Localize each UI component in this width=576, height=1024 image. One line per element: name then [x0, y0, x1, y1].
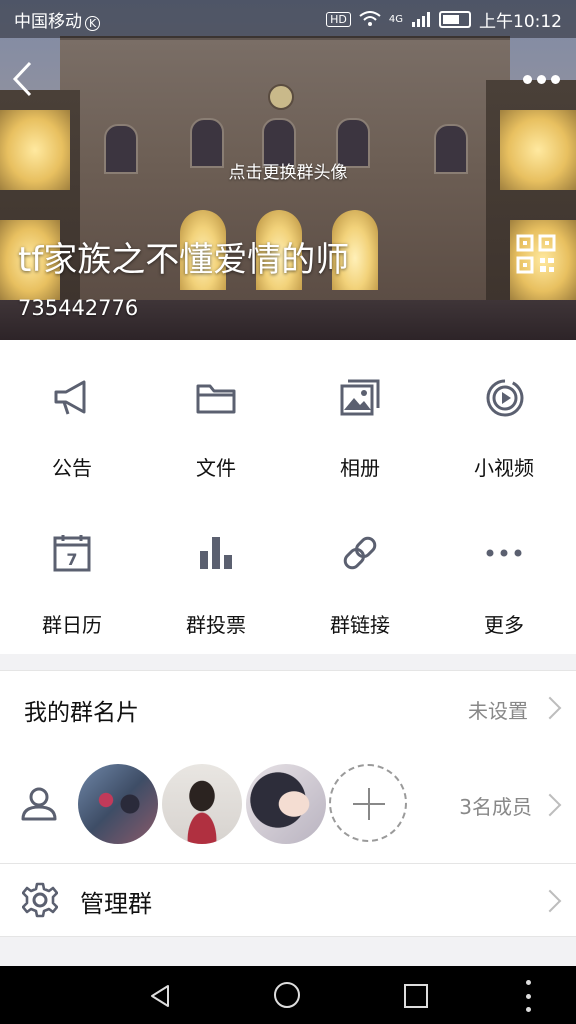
status-indicators: HD 4G 上午10:12 — [326, 7, 562, 32]
nav-home-button[interactable] — [274, 982, 300, 1008]
chevron-right-icon — [538, 696, 562, 720]
member-avatar[interactable] — [162, 764, 242, 844]
group-header[interactable]: 中国移动 K HD 4G 上午10:12 点击更换群头像 tf家族之不懂爱情的师 … — [0, 0, 576, 340]
members-icon — [21, 787, 57, 821]
manage-group-row[interactable]: 管理群 — [0, 864, 576, 937]
change-avatar-hint[interactable]: 点击更换群头像 — [0, 158, 576, 183]
group-name: tf家族之不懂爱情的师 — [18, 240, 350, 280]
chevron-left-icon — [12, 61, 32, 97]
video-icon — [486, 379, 524, 417]
clock-time: 上午10:12 — [479, 11, 562, 32]
album-icon — [340, 379, 380, 416]
android-nav-bar — [0, 966, 576, 1024]
dot — [522, 74, 532, 84]
feature-label: 更多 — [484, 613, 524, 637]
member-count: 3名成员 — [459, 795, 532, 819]
carrier-label: 中国移动 K — [14, 7, 101, 32]
feature-label: 群链接 — [330, 613, 390, 637]
nav-back-button[interactable] — [148, 984, 172, 1008]
members-row[interactable]: 3名成员 — [0, 745, 576, 864]
calendar-icon: 7 — [53, 535, 91, 572]
member-avatar[interactable] — [78, 764, 158, 844]
chevron-right-icon — [538, 793, 562, 817]
feature-label: 相册 — [340, 456, 380, 480]
dot — [525, 1007, 531, 1012]
nav-recents-button[interactable] — [404, 984, 428, 1008]
dot — [536, 74, 546, 84]
feature-group-link[interactable]: 群链接 — [288, 497, 432, 654]
member-avatar[interactable] — [246, 764, 326, 844]
link-icon — [343, 536, 377, 570]
megaphone-icon — [54, 380, 86, 415]
hd-badge: HD — [326, 11, 351, 27]
wifi-icon — [359, 11, 381, 26]
feature-label: 小视频 — [474, 456, 534, 480]
feature-label: 文件 — [196, 456, 236, 480]
feature-label: 群日历 — [42, 613, 102, 637]
network-label: 4G — [388, 13, 403, 25]
feature-group-calendar[interactable]: 7 群日历 — [0, 497, 144, 654]
add-member-button[interactable] — [329, 764, 407, 842]
more-options-button[interactable] — [518, 62, 564, 96]
feature-album[interactable]: 相册 — [288, 340, 432, 497]
qr-code-icon — [516, 234, 556, 274]
chevron-right-icon — [538, 889, 562, 913]
calendar-day: 7 — [66, 550, 77, 569]
nfc-icon: K — [85, 15, 101, 31]
manage-group-title: 管理群 — [80, 890, 152, 918]
gear-icon — [22, 882, 58, 918]
group-card-value: 未设置 — [468, 699, 528, 723]
more-dots-icon — [486, 549, 522, 557]
feature-grid: 公告 文件 相册 小视频 7 群日历 群投票 群链接 更多 — [0, 340, 576, 654]
battery-icon — [439, 10, 471, 28]
back-button[interactable] — [10, 60, 50, 100]
feature-group-vote[interactable]: 群投票 — [144, 497, 288, 654]
signal-icon — [412, 12, 430, 27]
dot — [525, 993, 531, 999]
dot — [550, 74, 560, 84]
bar-chart-icon — [200, 537, 232, 569]
status-bar: 中国移动 K HD 4G 上午10:12 — [0, 0, 576, 38]
dot — [525, 980, 531, 985]
feature-short-video[interactable]: 小视频 — [432, 340, 576, 497]
feature-more[interactable]: 更多 — [432, 497, 576, 654]
group-id: 735442776 — [18, 296, 139, 320]
folder-icon — [196, 384, 236, 414]
qr-code-button[interactable] — [516, 234, 556, 274]
feature-announcement[interactable]: 公告 — [0, 340, 144, 497]
feature-label: 公告 — [52, 456, 92, 480]
building-clock — [268, 84, 294, 110]
my-group-card-row[interactable]: 我的群名片 未设置 — [0, 670, 576, 746]
feature-label: 群投票 — [186, 613, 246, 637]
feature-files[interactable]: 文件 — [144, 340, 288, 497]
group-card-title: 我的群名片 — [24, 700, 139, 726]
nav-menu-button[interactable] — [524, 980, 532, 1012]
